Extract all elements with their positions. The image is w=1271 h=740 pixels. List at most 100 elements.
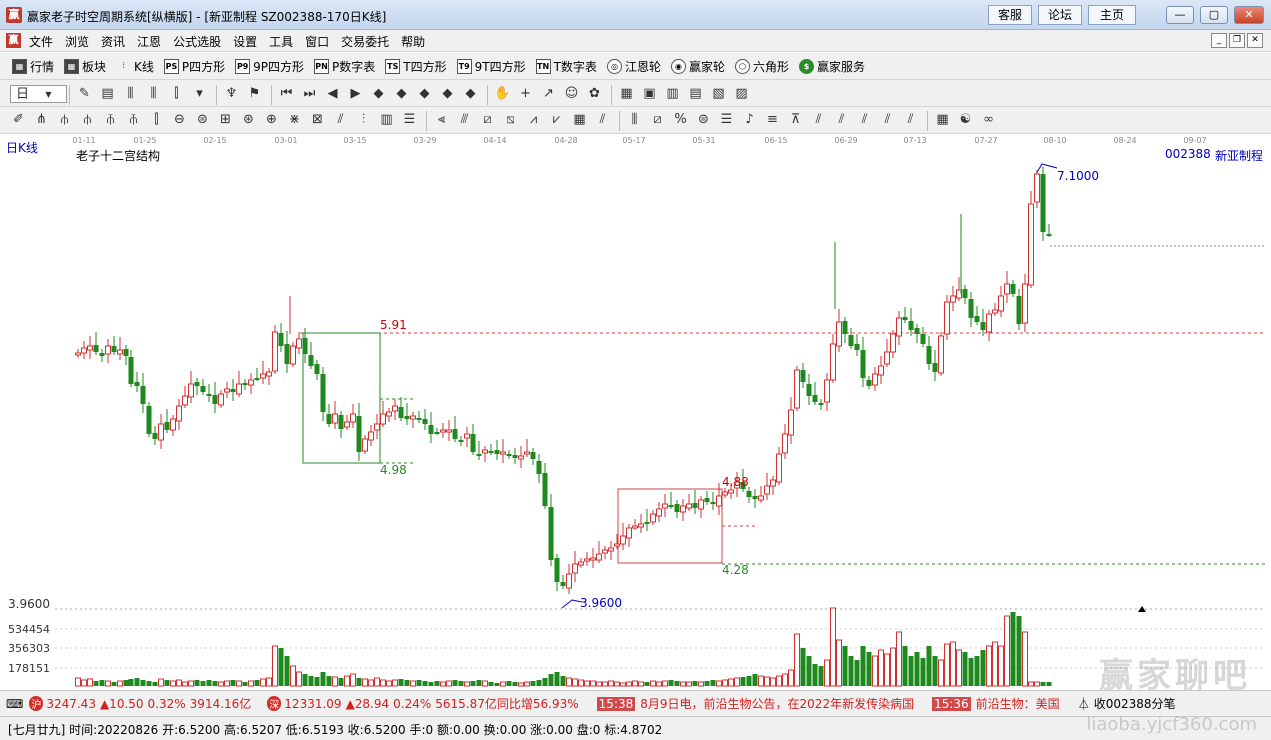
screen-icon[interactable]: ▣ [641, 85, 658, 102]
zoom-in-icon[interactable]: ◆ [370, 85, 387, 102]
table-icon[interactable]: ▦ [934, 111, 951, 128]
menu-window[interactable]: 窗口 [305, 33, 329, 50]
cycle-icon[interactable]: ⊖ [171, 111, 188, 128]
next-icon[interactable]: ▶ [347, 85, 364, 102]
menu-file[interactable]: 文件 [29, 33, 53, 50]
gann-box-icon[interactable]: ⧄ [479, 111, 496, 128]
angle-icon[interactable]: ⫽ [810, 111, 827, 128]
minimize-button[interactable]: — [1166, 6, 1194, 24]
star-grid-icon[interactable]: ⋇ [286, 111, 303, 128]
gold-icon[interactable]: ⊼ [787, 111, 804, 128]
t-square-button[interactable]: TS T四方形 [385, 58, 447, 75]
news-text-1[interactable]: 同比增56.93% [497, 695, 579, 712]
customer-service-link[interactable]: 客服 [988, 5, 1032, 25]
slope-icon[interactable]: ⫽ [332, 111, 349, 128]
trend-icon[interactable]: ↗ [540, 85, 557, 102]
fork-icon[interactable]: ⫚ [102, 111, 119, 128]
kline-chart[interactable]: 01-11 01-25 02-15 03-01 03-15 03-29 04-14 04-28… [0, 134, 1271, 690]
coin-icon[interactable]: ⊜ [695, 111, 712, 128]
crosshair-icon[interactable]: + [517, 85, 534, 102]
draw-icon[interactable]: ✎ [76, 85, 93, 102]
hand-icon[interactable]: ✋ [494, 85, 511, 102]
t-number-table-button[interactable]: TN T数字表 [535, 58, 597, 75]
first-page-icon[interactable]: ⏮ [278, 85, 295, 102]
t9-square-button[interactable]: T9 9T四方形 [456, 58, 526, 75]
shrink-icon[interactable]: ◆ [439, 85, 456, 102]
menu-settings[interactable]: 设置 [233, 33, 257, 50]
ruler-icon[interactable]: ⫼ [626, 111, 643, 128]
print-icon[interactable]: ▨ [733, 85, 750, 102]
bar-indicator-icon[interactable]: ⫼ [122, 85, 139, 102]
pen-icon[interactable]: ✐ [10, 111, 27, 128]
period-dropdown[interactable]: 日 ▼ [10, 85, 67, 103]
p9-square-button[interactable]: P9 9P四方形 [235, 58, 304, 75]
gann-fan-icon[interactable]: ⫻ [456, 111, 473, 128]
news-text-3[interactable]: 前沿生物：美国 [976, 695, 1060, 712]
last-page-icon[interactable]: ⏭ [301, 85, 318, 102]
winner-service-button[interactable]: $ 赢家服务 [798, 58, 865, 75]
p-number-table-button[interactable]: PN P数字表 [314, 58, 375, 75]
ticker-keyboard-icon[interactable]: ⌨ [6, 697, 23, 711]
ladder-icon[interactable]: ▥ [378, 111, 395, 128]
quotes-button[interactable]: ▦ 行情 [12, 58, 54, 75]
document-icon[interactable]: ▤ [99, 85, 116, 102]
list-icon[interactable]: ▥ [664, 85, 681, 102]
hexagon-button[interactable]: ⬡ 六角形 [734, 58, 789, 75]
fan-icon[interactable]: ⋔ [33, 111, 50, 128]
expand-icon[interactable]: ◆ [416, 85, 433, 102]
menu-info[interactable]: 资讯 [101, 33, 125, 50]
flag-icon[interactable]: ⚑ [246, 85, 263, 102]
gann-square-icon[interactable]: ⧅ [502, 111, 519, 128]
angle-2-icon[interactable]: ⫽ [833, 111, 850, 128]
percent-slash-icon[interactable]: ⧄ [649, 111, 666, 128]
prev-icon[interactable]: ◀ [324, 85, 341, 102]
bracket-icon[interactable]: ⫷ [433, 111, 450, 128]
menu-help[interactable]: 帮助 [401, 33, 425, 50]
chevron-small-icon[interactable]: ▾ [191, 85, 208, 102]
forum-link[interactable]: 论坛 [1038, 5, 1082, 25]
zigzag-icon[interactable]: ⩘ [525, 111, 542, 128]
export-icon[interactable]: ▧ [710, 85, 727, 102]
mdi-minimize-button[interactable]: _ [1211, 33, 1227, 48]
yin-yang-icon[interactable]: ☯ [957, 111, 974, 128]
menu-gann[interactable]: 江恩 [137, 33, 161, 50]
angle-5-icon[interactable]: ⫽ [902, 111, 919, 128]
arc-icon[interactable]: ⊛ [240, 111, 257, 128]
checkmark-icon[interactable]: ⩗ [548, 111, 565, 128]
formula-icon[interactable]: ♆ [223, 85, 240, 102]
comb-2-icon[interactable]: ⫛ [79, 111, 96, 128]
angle-4-icon[interactable]: ⫽ [879, 111, 896, 128]
angle-3-icon[interactable]: ⫽ [856, 111, 873, 128]
maximize-button[interactable]: ▢ [1200, 6, 1228, 24]
save-icon[interactable]: ▤ [687, 85, 704, 102]
grid-square-icon[interactable]: ▦ [571, 111, 588, 128]
menu-formula[interactable]: 公式选股 [173, 33, 221, 50]
close-button[interactable]: ✕ [1234, 6, 1264, 24]
zoom-out-icon[interactable]: ◆ [393, 85, 410, 102]
calendar-icon[interactable]: ▦ [618, 85, 635, 102]
parallel-icon[interactable]: ⫽ [594, 111, 611, 128]
percent-icon[interactable]: % [672, 111, 689, 128]
target-icon[interactable]: ⊕ [263, 111, 280, 128]
line-tool-icon[interactable]: ⫿ [168, 85, 185, 102]
fit-icon[interactable]: ◆ [462, 85, 479, 102]
level-icon[interactable]: ☰ [718, 111, 735, 128]
camera-icon[interactable]: ☺ [563, 85, 580, 102]
fork-2-icon[interactable]: ⫚ [125, 111, 142, 128]
grid-tool-icon[interactable]: ⊞ [217, 111, 234, 128]
menu-tools[interactable]: 工具 [269, 33, 293, 50]
mdi-close-button[interactable]: ✕ [1247, 33, 1263, 48]
candles-icon[interactable]: ⫿ [148, 111, 165, 128]
palette-icon[interactable]: ✿ [586, 85, 603, 102]
lines-icon[interactable]: ☰ [401, 111, 418, 128]
bar-indicator-2-icon[interactable]: ⫼ [145, 85, 162, 102]
retrace-icon[interactable]: ≡ [764, 111, 781, 128]
gann-wheel-button[interactable]: ◎ 江恩轮 [606, 58, 661, 75]
mdi-restore-button[interactable]: ❐ [1229, 33, 1245, 48]
homepage-link[interactable]: 主页 [1088, 5, 1136, 25]
menu-trade[interactable]: 交易委托 [341, 33, 389, 50]
infinity-icon[interactable]: ∞ [980, 111, 997, 128]
wave-icon[interactable]: ⊜ [194, 111, 211, 128]
app-menu-icon[interactable]: 赢 [6, 33, 21, 48]
menu-browse[interactable]: 浏览 [65, 33, 89, 50]
